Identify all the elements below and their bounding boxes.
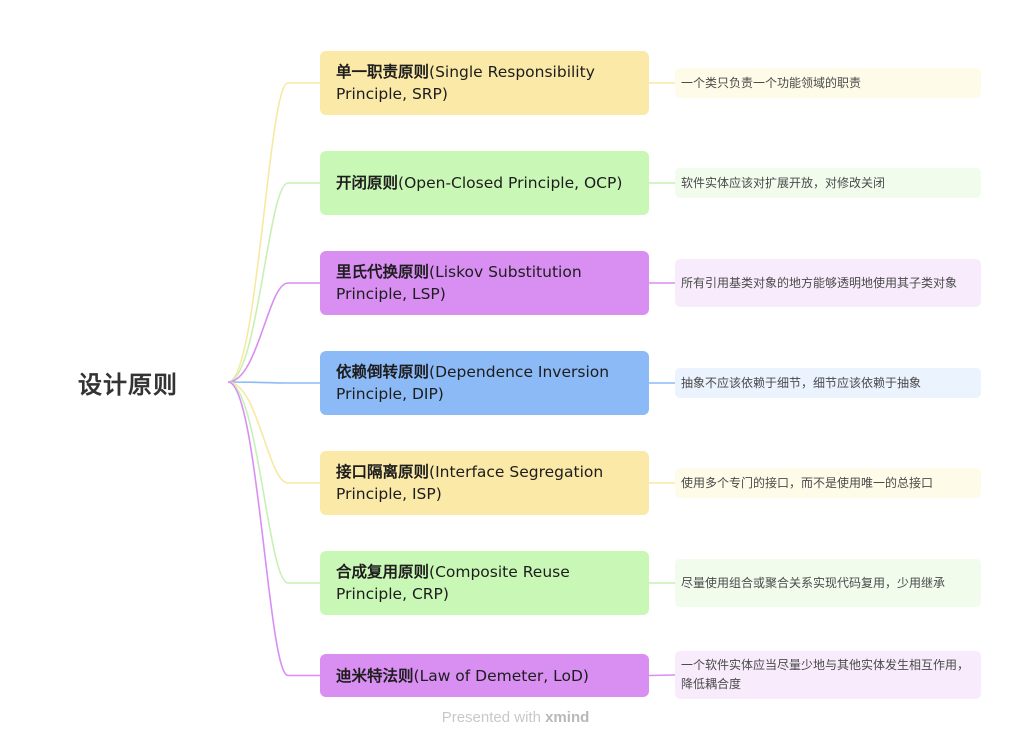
topic-dip[interactable]: 依赖倒转原则(Dependence Inversion Principle, D… — [320, 351, 649, 415]
topic-ocp-label: 开闭原则(Open-Closed Principle, OCP) — [336, 172, 622, 194]
connector-srp — [227, 82, 320, 383]
topic-isp-title-cn: 接口隔离原则 — [336, 463, 430, 481]
topic-ocp[interactable]: 开闭原则(Open-Closed Principle, OCP) — [320, 151, 649, 215]
footer-prefix: Presented with — [441, 709, 546, 726]
topic-lsp-label: 里氏代换原则(Liskov Substitution Principle, LS… — [336, 261, 633, 305]
topic-lsp-title-cn: 里氏代换原则 — [336, 263, 430, 281]
root-topic[interactable]: 设计原则 — [78, 364, 218, 406]
description-lod[interactable]: 一个软件实体应当尽量少地与其他实体发生相互作用，降低耦合度 — [675, 651, 981, 699]
description-crp[interactable]: 尽量使用组合或聚合关系实现代码复用，少用继承 — [675, 559, 981, 607]
description-isp[interactable]: 使用多个专门的接口，而不是使用唯一的总接口 — [675, 468, 981, 498]
mind-map-canvas: 设计原则 单一职责原则(Single Responsibility Princi… — [0, 0, 1031, 751]
topic-ocp-title-en: (Open-Closed Principle, OCP) — [398, 174, 623, 192]
topic-dip-title-cn: 依赖倒转原则 — [336, 363, 430, 381]
topic-lod[interactable]: 迪米特法则(Law of Demeter, LoD) — [320, 654, 649, 697]
description-dip[interactable]: 抽象不应该依赖于细节，细节应该依赖于抽象 — [675, 368, 981, 398]
topic-srp-title-cn: 单一职责原则 — [336, 63, 430, 81]
topic-ocp-title-cn: 开闭原则 — [336, 174, 399, 192]
description-srp[interactable]: 一个类只负责一个功能领域的职责 — [675, 68, 981, 98]
footer-brand: xmind — [545, 709, 590, 726]
description-lsp[interactable]: 所有引用基类对象的地方能够透明地使用其子类对象 — [675, 259, 981, 307]
connector-lod — [227, 381, 320, 677]
connector-desc-lod — [648, 674, 676, 677]
topic-crp[interactable]: 合成复用原则(Composite Reuse Principle, CRP) — [320, 551, 649, 615]
connector-dip — [227, 381, 320, 384]
topic-lod-label: 迪米特法则(Law of Demeter, LoD) — [336, 665, 589, 687]
topic-crp-title-cn: 合成复用原则 — [336, 563, 430, 581]
footer-watermark: Presented with xmind — [0, 709, 1031, 731]
topic-lod-title-cn: 迪米特法则 — [336, 666, 414, 685]
topic-srp[interactable]: 单一职责原则(Single Responsibility Principle, … — [320, 51, 649, 115]
description-ocp[interactable]: 软件实体应该对扩展开放，对修改关闭 — [675, 168, 981, 198]
topic-crp-label: 合成复用原则(Composite Reuse Principle, CRP) — [336, 561, 633, 605]
topic-dip-label: 依赖倒转原则(Dependence Inversion Principle, D… — [336, 361, 633, 405]
topic-lod-title-en: (Law of Demeter, LoD) — [413, 666, 589, 685]
topic-isp-label: 接口隔离原则(Interface Segregation Principle, … — [336, 461, 633, 505]
topic-isp[interactable]: 接口隔离原则(Interface Segregation Principle, … — [320, 451, 649, 515]
topic-srp-label: 单一职责原则(Single Responsibility Principle, … — [336, 61, 633, 105]
topic-lsp[interactable]: 里氏代换原则(Liskov Substitution Principle, LS… — [320, 251, 649, 315]
